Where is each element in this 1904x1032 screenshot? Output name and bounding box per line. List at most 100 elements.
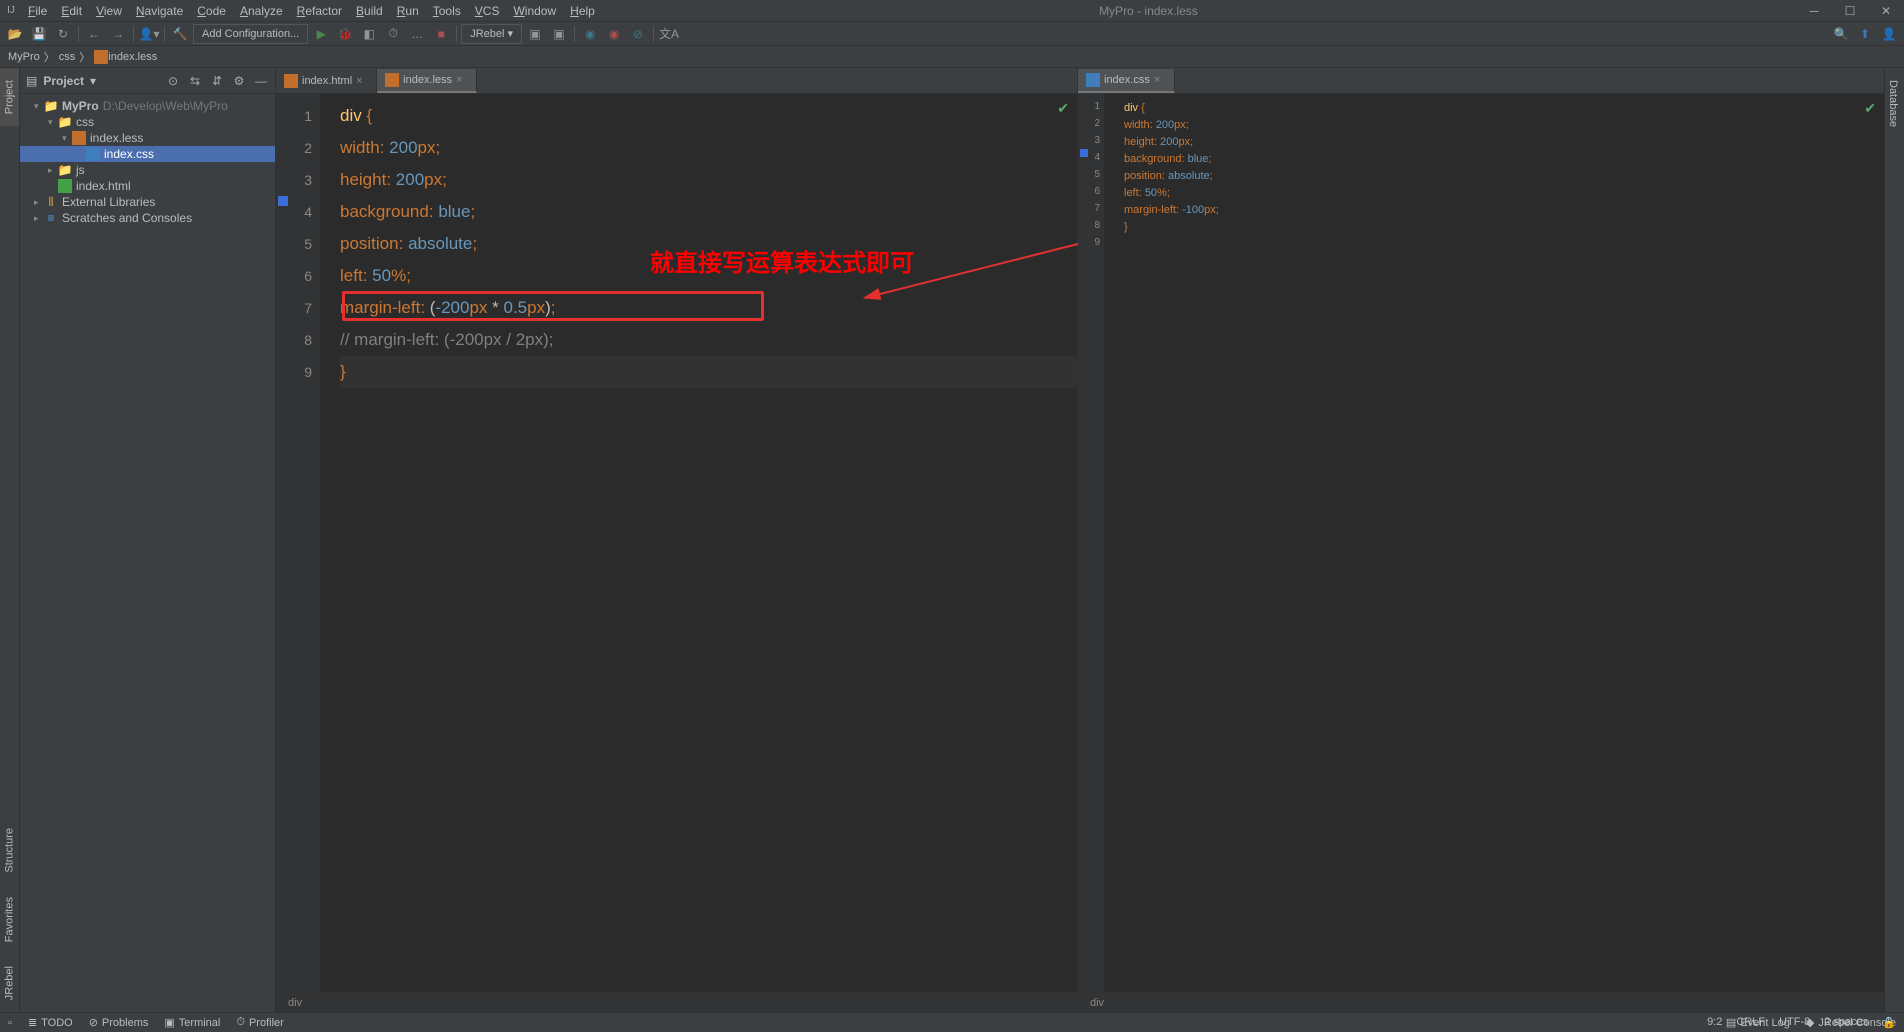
color-marker-icon[interactable] — [278, 196, 288, 206]
gear-icon[interactable]: ⚙ — [231, 73, 247, 89]
editor-area-right[interactable]: 123456789 div { width: 200px; height: 20… — [1078, 94, 1884, 992]
menu-code[interactable]: Code — [191, 2, 232, 20]
profile-icon[interactable]: ⏱ — [382, 23, 404, 45]
build-icon[interactable]: 👤▾ — [138, 23, 160, 45]
editor-tabs-right: index.css× — [1078, 68, 1884, 94]
menu-tools[interactable]: Tools — [427, 2, 467, 20]
editor-tab[interactable]: index.less× — [377, 69, 477, 93]
jrebel-tool-tab[interactable]: JRebel — [0, 954, 19, 1012]
breadcrumb-item[interactable]: index.less — [108, 51, 157, 63]
search-everywhere-icon[interactable]: 🔍 — [1830, 23, 1852, 45]
menu-analyze[interactable]: Analyze — [234, 2, 289, 20]
ide-update-icon[interactable]: ⬆ — [1854, 23, 1876, 45]
left-tool-strip: Project Structure Favorites JRebel — [0, 68, 20, 1012]
editor-tab[interactable]: index.css× — [1078, 69, 1175, 93]
close-tab-icon[interactable]: × — [456, 74, 468, 86]
tree-folder-js[interactable]: ▸📁js — [20, 162, 275, 178]
app-icon: IJ — [0, 0, 22, 22]
attach-icon[interactable]: … — [406, 23, 428, 45]
menu-build[interactable]: Build — [350, 2, 389, 20]
status-bar: ▫ ≣ TODO ⊘ Problems ▣ Terminal ⏱ Profile… — [0, 1012, 1904, 1032]
coverage-icon[interactable]: ◧ — [358, 23, 380, 45]
less-file-icon — [94, 50, 108, 64]
close-tab-icon[interactable]: × — [1154, 74, 1166, 86]
run-config-selector[interactable]: Add Configuration... — [193, 24, 308, 44]
panel-title[interactable]: Project — [43, 74, 84, 88]
cw-icon2[interactable]: ◉ — [603, 23, 625, 45]
tree-item-less[interactable]: ▾index.less — [20, 130, 275, 146]
database-tool-tab[interactable]: Database — [1885, 68, 1901, 139]
readonly-lock-icon[interactable]: 🔒 — [1882, 1016, 1896, 1029]
jr-icon2[interactable]: ▣ — [548, 23, 570, 45]
inspection-ok-icon[interactable]: ✔ — [1864, 100, 1876, 117]
forward-icon[interactable]: → — [107, 23, 129, 45]
cw-icon3[interactable]: ⊘ — [627, 23, 649, 45]
favorites-tool-tab[interactable]: Favorites — [0, 885, 19, 954]
editor-left: index.html×index.less× 123456789 就直接写运算表… — [276, 68, 1078, 1012]
menu-run[interactable]: Run — [391, 2, 425, 20]
chevron-down-icon[interactable]: ▾ — [90, 74, 96, 88]
file-icon — [1086, 73, 1100, 87]
tree-scratches[interactable]: ▸≡Scratches and Consoles — [20, 210, 275, 226]
debug-icon[interactable]: 🐞 — [334, 23, 356, 45]
line-separator[interactable]: CRLF — [1736, 1016, 1765, 1028]
structure-tool-tab[interactable]: Structure — [0, 816, 19, 885]
todo-tool[interactable]: ≣ TODO — [28, 1016, 73, 1029]
back-icon[interactable]: ← — [83, 23, 105, 45]
menu-edit[interactable]: Edit — [55, 2, 88, 20]
nav-breadcrumb: MyPro〉 css〉 index.less — [0, 46, 1904, 68]
color-marker-icon[interactable] — [1080, 149, 1088, 157]
avatar-icon[interactable]: 👤 — [1878, 23, 1900, 45]
editor-right: index.css× 123456789 div { width: 200px;… — [1078, 68, 1884, 1012]
breadcrumb-item[interactable]: MyPro — [8, 51, 40, 63]
project-view-icon: ▤ — [26, 74, 37, 88]
problems-tool[interactable]: ⊘ Problems — [89, 1016, 149, 1029]
cw-icon1[interactable]: ◉ — [579, 23, 601, 45]
annotation-text: 就直接写运算表达式即可 — [650, 248, 914, 280]
sync-icon[interactable]: ↻ — [52, 23, 74, 45]
minimize-button[interactable]: ─ — [1796, 0, 1832, 22]
run-icon[interactable]: ▶ — [310, 23, 332, 45]
menu-file[interactable]: File — [22, 2, 53, 20]
inspection-ok-icon[interactable]: ✔ — [1057, 100, 1069, 117]
indent-setting[interactable]: 2 spaces — [1824, 1016, 1868, 1028]
maximize-button[interactable]: ☐ — [1832, 0, 1868, 22]
locate-icon[interactable]: ⊙ — [165, 73, 181, 89]
main-toolbar: 📂 💾 ↻ ← → 👤▾ 🔨 Add Configuration... ▶ 🐞 … — [0, 22, 1904, 46]
stop-icon[interactable]: ■ — [430, 23, 452, 45]
close-tab-icon[interactable]: × — [356, 75, 368, 87]
menu-view[interactable]: View — [90, 2, 128, 20]
expand-icon[interactable]: ⇆ — [187, 73, 203, 89]
tree-folder-css[interactable]: ▾📁css — [20, 114, 275, 130]
editor-tab[interactable]: index.html× — [276, 69, 377, 93]
gutter-right: 123456789 — [1078, 94, 1104, 992]
editor-breadcrumb-right[interactable]: div — [1078, 992, 1884, 1012]
editor-area-left[interactable]: 123456789 就直接写运算表达式即可 div { width: 200px… — [276, 94, 1077, 992]
menu-navigate[interactable]: Navigate — [130, 2, 189, 20]
tree-item-css[interactable]: index.css — [20, 146, 275, 162]
terminal-tool[interactable]: ▣ Terminal — [164, 1016, 220, 1029]
translate-icon[interactable]: 文A — [658, 23, 680, 45]
profiler-tool[interactable]: ⏱ Profiler — [236, 1016, 283, 1029]
status-right-extra: 9:2 CRLF UTF-8 2 spaces 🔒 — [1707, 1012, 1896, 1032]
jrebel-selector[interactable]: JRebel ▾ — [461, 24, 522, 44]
open-icon[interactable]: 📂 — [4, 23, 26, 45]
hammer-icon[interactable]: 🔨 — [169, 23, 191, 45]
tree-external-libs[interactable]: ▸⫴External Libraries — [20, 194, 275, 210]
save-icon[interactable]: 💾 — [28, 23, 50, 45]
tree-root[interactable]: ▾📁MyProD:\Develop\Web\MyPro — [20, 98, 275, 114]
tree-item-html[interactable]: index.html — [20, 178, 275, 194]
caret-position[interactable]: 9:2 — [1707, 1016, 1722, 1028]
file-encoding[interactable]: UTF-8 — [1779, 1016, 1810, 1028]
editor-breadcrumb-left[interactable]: div — [276, 992, 1077, 1012]
editor-tabs-left: index.html×index.less× — [276, 68, 1077, 94]
project-panel: ▤ Project ▾ ⊙ ⇆ ⇵ ⚙ — ▾📁MyProD:\Develop\… — [20, 68, 276, 1012]
project-tool-tab[interactable]: Project — [0, 68, 19, 126]
jr-icon1[interactable]: ▣ — [524, 23, 546, 45]
hide-icon[interactable]: — — [253, 73, 269, 89]
tool-window-toggle[interactable]: ▫ — [8, 1017, 12, 1029]
breadcrumb-item[interactable]: css — [59, 51, 76, 63]
collapse-icon[interactable]: ⇵ — [209, 73, 225, 89]
menu-refactor[interactable]: Refactor — [291, 2, 348, 20]
close-button[interactable]: ✕ — [1868, 0, 1904, 22]
